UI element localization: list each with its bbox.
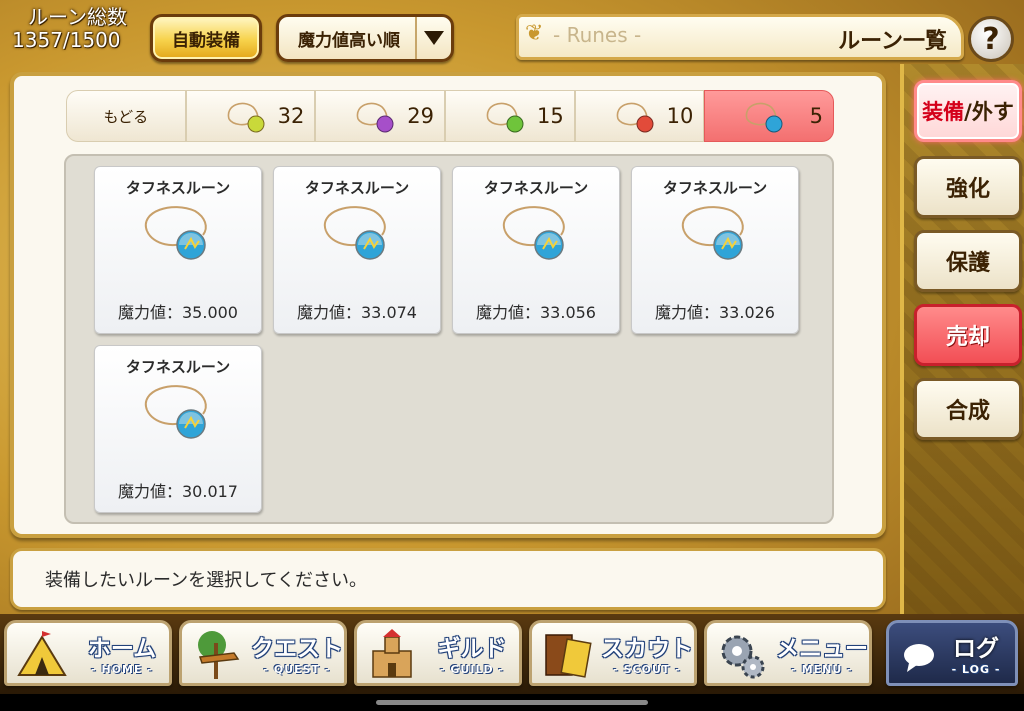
rune-grid: タフネスルーン 魔力値：35.000 タフネスルーン 魔力値：33.074 タフ… [64, 154, 834, 524]
nav-guild-sublabel: - GUILD - [440, 663, 504, 676]
gear-icon [721, 635, 765, 679]
nav-scout-sublabel: - SCOUT - [613, 663, 681, 676]
nav-guild-label: ギルド [437, 636, 507, 662]
instruction-message: 装備したいルーンを選択してください。 [10, 548, 886, 610]
tab-count: 15 [536, 104, 564, 128]
sort-dropdown-label: 魔力値高い順 [298, 30, 400, 51]
rune-name: タフネスルーン [662, 179, 768, 197]
rune-name: タフネスルーン [125, 179, 231, 197]
nav-quest-label: クエスト [251, 636, 343, 662]
rune-card[interactable]: タフネスルーン 魔力値：33.026 [631, 166, 799, 334]
nav-home-button[interactable]: ホーム - HOME - [4, 620, 172, 686]
quest-signpost-icon [198, 631, 240, 679]
tab-rune-blue[interactable]: 5 [704, 90, 835, 142]
rune-purple-icon [357, 102, 394, 133]
chat-bubble-icon [904, 644, 934, 672]
rune-power: 魔力値：33.026 [655, 303, 775, 322]
nav-log-button[interactable]: ログ - LOG - [886, 620, 1018, 686]
tab-count: 10 [666, 104, 694, 128]
rune-red-icon [616, 102, 654, 133]
rune-count: ルーン総数 1357/1500 [12, 6, 152, 52]
nav-menu-sublabel: - MENU - [791, 663, 853, 676]
rune-card[interactable]: タフネスルーン 魔力値：35.000 [94, 166, 262, 334]
tab-count: 32 [277, 104, 305, 128]
equip-label: 装備 [922, 100, 965, 124]
home-indicator[interactable] [376, 700, 648, 705]
nav-quest-sublabel: - QUEST - [263, 663, 331, 676]
nav-log-label: ログ [953, 636, 999, 662]
toughness-rune-icon [323, 206, 386, 260]
page-title: ルーン一覧 [838, 29, 947, 54]
rune-count-label: ルーン総数 [28, 5, 127, 29]
auto-equip-button[interactable]: 自動装備 [150, 14, 262, 62]
toughness-rune-icon [681, 206, 744, 260]
nav-scout-label: スカウト [601, 636, 693, 662]
rune-card[interactable]: タフネスルーン 魔力値：33.074 [273, 166, 441, 334]
toughness-rune-icon [502, 206, 565, 260]
nav-menu-button[interactable]: メニュー - MENU - [704, 620, 872, 686]
rune-power: 魔力値：30.017 [118, 482, 238, 501]
rune-name: タフネスルーン [304, 179, 410, 197]
tab-count: 5 [809, 104, 824, 128]
rune-blue-icon [746, 102, 783, 133]
guild-castle-icon [372, 629, 412, 678]
rune-power: 魔力値：35.000 [118, 303, 238, 322]
sort-dropdown[interactable]: 魔力値高い順 [276, 14, 454, 62]
rune-card[interactable]: タフネスルーン 魔力値：30.017 [94, 345, 262, 513]
nav-quest-button[interactable]: クエスト - QUEST - [179, 620, 347, 686]
nav-guild-button[interactable]: ギルド - GUILD - [354, 620, 522, 686]
home-tent-icon [17, 631, 67, 676]
rune-count-value: 1357/1500 [12, 28, 121, 52]
page-title-plate: ❦ - Runes - ルーン一覧 [516, 14, 964, 60]
nav-menu-label: メニュー [776, 636, 868, 662]
unequip-label: /外す [964, 100, 1014, 124]
rune-power: 魔力値：33.074 [297, 303, 417, 322]
rune-name: タフネスルーン [483, 179, 589, 197]
nav-home-sublabel: - HOME - [91, 663, 153, 676]
tab-rune-green[interactable]: 15 [445, 90, 575, 142]
rune-green-icon [486, 102, 524, 133]
action-sidebar: 装備/外す 強化 保護 売却 合成 [900, 64, 1024, 634]
tab-rune-purple[interactable]: 29 [315, 90, 446, 142]
rune-panel: もどる 32 29 15 10 5 タフネスルーン 魔力値：35.000 タフネ… [10, 72, 886, 538]
nav-scout-button[interactable]: スカウト - SCOUT - [529, 620, 697, 686]
rune-type-tabs: もどる 32 29 15 10 5 [66, 90, 835, 142]
enhance-button[interactable]: 強化 [914, 156, 1022, 218]
help-button[interactable]: ? [968, 16, 1014, 62]
rune-list-screen: ルーン総数 1357/1500 自動装備 魔力値高い順 ❦ - Runes - … [0, 0, 1024, 711]
ornament-curl-icon: ❦ [525, 21, 544, 46]
toughness-rune-icon [144, 206, 207, 260]
rune-name: タフネスルーン [125, 358, 231, 376]
rune-yellow-icon [227, 102, 265, 133]
back-tab[interactable]: もどる [66, 90, 186, 142]
tab-rune-red[interactable]: 10 [574, 90, 705, 142]
nav-home-label: ホーム [87, 636, 157, 662]
rune-card[interactable]: タフネスルーン 魔力値：33.056 [452, 166, 620, 334]
tab-count: 29 [407, 104, 435, 128]
combine-button[interactable]: 合成 [914, 378, 1022, 440]
tab-rune-yellow[interactable]: 32 [185, 90, 316, 142]
chevron-down-icon [415, 17, 451, 59]
protect-button[interactable]: 保護 [914, 230, 1022, 292]
scout-book-icon [545, 634, 592, 678]
sell-button[interactable]: 売却 [914, 304, 1022, 366]
page-subtitle: - Runes - [553, 23, 642, 47]
rune-power: 魔力値：33.056 [476, 303, 596, 322]
nav-log-sublabel: - LOG - [951, 663, 1001, 676]
toughness-rune-icon [144, 385, 207, 439]
equip-unequip-button[interactable]: 装備/外す [914, 80, 1022, 142]
